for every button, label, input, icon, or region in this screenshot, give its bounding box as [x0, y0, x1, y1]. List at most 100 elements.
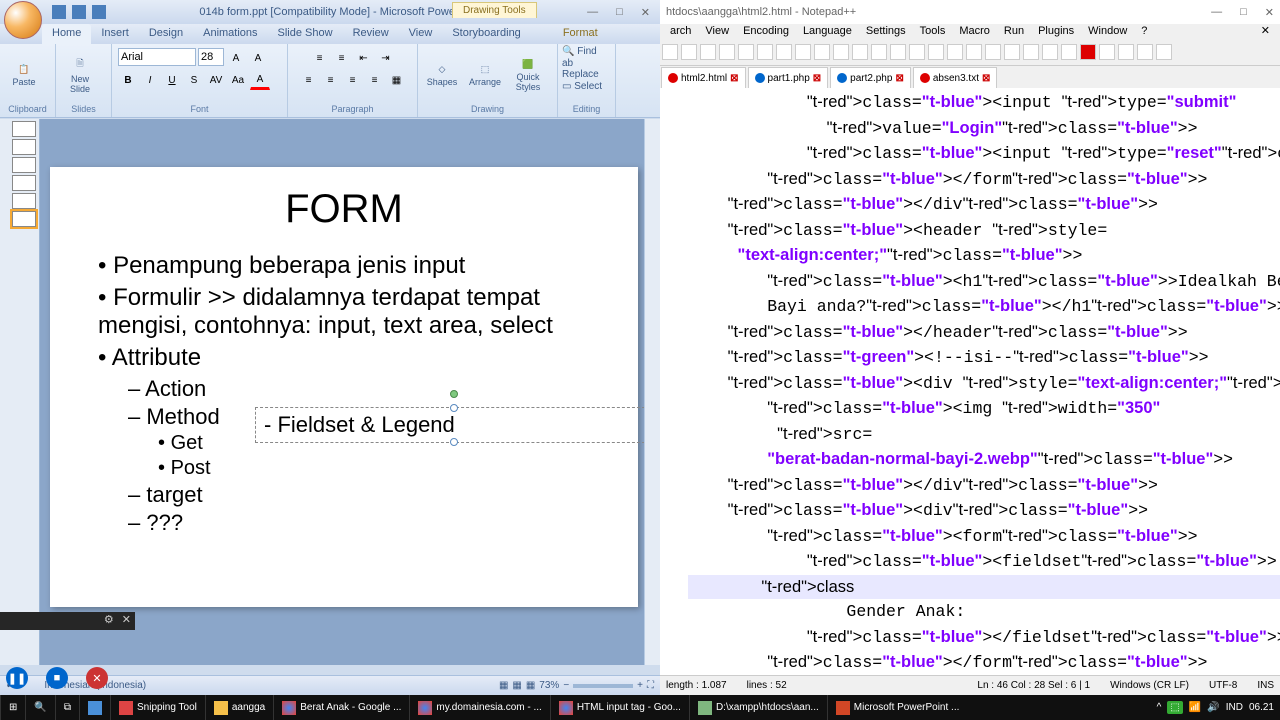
menu-item[interactable]: ? — [1135, 24, 1153, 42]
menu-item[interactable]: Language — [797, 24, 858, 42]
close-icon[interactable]: ✕ — [1255, 24, 1276, 42]
open-icon[interactable] — [681, 44, 697, 60]
tray-icon[interactable]: ^ — [1157, 702, 1162, 713]
thumb-5[interactable] — [12, 193, 36, 209]
file-tab[interactable]: part1.php⊠ — [748, 67, 829, 88]
doc-map-icon[interactable] — [1042, 44, 1058, 60]
folder-icon[interactable] — [1004, 44, 1020, 60]
minimize-icon[interactable]: — — [587, 6, 598, 19]
slideshow-view-icon[interactable]: ▦ — [526, 680, 535, 691]
ppt-titlebar[interactable]: 014b form.ppt [Compatibility Mode] - Mic… — [0, 0, 660, 24]
font-size-select[interactable] — [198, 48, 224, 66]
taskbar-item[interactable]: Snipping Tool — [110, 695, 205, 720]
code-editor[interactable]: "t-red">class="t-blue"><input "t-red">ty… — [660, 88, 1280, 675]
tab-animations[interactable]: Animations — [193, 24, 267, 44]
paste-button[interactable]: 📋Paste — [4, 47, 44, 103]
taskbar-item[interactable]: aangga — [205, 695, 273, 720]
file-tab[interactable]: part2.php⊠ — [830, 67, 911, 88]
redo-icon[interactable] — [852, 44, 868, 60]
bold-button[interactable]: B — [118, 70, 138, 90]
columns-button[interactable]: ▦ — [387, 70, 407, 90]
zoom-in-icon[interactable] — [909, 44, 925, 60]
find-button[interactable]: 🔍 Find — [562, 46, 597, 57]
playback-icon[interactable] — [1137, 44, 1153, 60]
tab-close-icon[interactable]: ⊠ — [813, 73, 821, 84]
taskbar-item[interactable]: my.domainesia.com - ... — [409, 695, 549, 720]
taskbar-item[interactable] — [79, 695, 110, 720]
save-icon[interactable] — [700, 44, 716, 60]
save-icon[interactable] — [52, 5, 66, 19]
replace-icon[interactable] — [890, 44, 906, 60]
close-icon[interactable]: ✕ — [122, 613, 131, 629]
thumb-1[interactable] — [12, 121, 36, 137]
settings-icon[interactable]: ⚙ — [104, 613, 114, 629]
align-right-button[interactable]: ≡ — [343, 70, 363, 90]
close-icon[interactable] — [738, 44, 754, 60]
tab-slideshow[interactable]: Slide Show — [268, 24, 343, 44]
menu-item[interactable]: Tools — [914, 24, 952, 42]
undo-icon[interactable] — [833, 44, 849, 60]
menu-item[interactable]: arch — [664, 24, 697, 42]
select-button[interactable]: ▭ Select — [562, 81, 602, 92]
taskview-button[interactable]: ⧉ — [55, 695, 79, 720]
menu-item[interactable]: Plugins — [1032, 24, 1080, 42]
maximize-icon[interactable]: □ — [1240, 6, 1247, 19]
quick-styles-button[interactable]: 🟩Quick Styles — [508, 47, 548, 103]
shadow-button[interactable]: AV — [206, 70, 226, 90]
paste-icon[interactable] — [814, 44, 830, 60]
zoom-level[interactable]: 73% — [539, 680, 559, 691]
tray-icon[interactable]: ⬚ — [1167, 701, 1182, 714]
tab-home[interactable]: Home — [42, 24, 91, 44]
menu-item[interactable]: Window — [1082, 24, 1133, 42]
new-slide-button[interactable]: 🗎New Slide — [60, 47, 100, 103]
stop-button[interactable]: ■ — [46, 667, 68, 689]
func-list-icon[interactable] — [1023, 44, 1039, 60]
close-icon[interactable]: ✕ — [1265, 6, 1274, 19]
cancel-button[interactable]: ✕ — [86, 667, 108, 689]
tab-review[interactable]: Review — [343, 24, 399, 44]
close-icon[interactable]: ✕ — [641, 6, 650, 19]
font-color-button[interactable]: A — [250, 70, 270, 90]
context-tab-drawing-tools[interactable]: Drawing Tools — [452, 2, 537, 18]
bullets-button[interactable]: ≡ — [310, 48, 330, 68]
menu-item[interactable]: Macro — [953, 24, 996, 42]
italic-button[interactable]: I — [140, 70, 160, 90]
indent-icon[interactable] — [985, 44, 1001, 60]
menu-item[interactable]: Settings — [860, 24, 912, 42]
justify-button[interactable]: ≡ — [365, 70, 385, 90]
stop-icon[interactable] — [1118, 44, 1134, 60]
office-button[interactable] — [4, 1, 42, 39]
tab-storyboarding[interactable]: Storyboarding — [442, 24, 531, 44]
slide-editor[interactable]: FORM Penampung beberapa jenis input Form… — [40, 119, 655, 665]
underline-button[interactable]: U — [162, 70, 182, 90]
volume-icon[interactable]: 🔊 — [1207, 702, 1219, 713]
align-left-button[interactable]: ≡ — [299, 70, 319, 90]
strike-button[interactable]: S — [184, 70, 204, 90]
menu-item[interactable]: Run — [998, 24, 1030, 42]
selected-textbox[interactable]: - Fieldset & Legend — [255, 407, 645, 443]
npp-titlebar[interactable]: htdocs\aangga\html2.html - Notepad++ — □… — [660, 0, 1280, 24]
indent-inc-button[interactable]: ⇥ — [376, 48, 396, 68]
shapes-button[interactable]: ◇Shapes — [422, 47, 462, 103]
start-button[interactable]: ⊞ — [0, 695, 25, 720]
tab-format[interactable]: Format — [553, 24, 608, 44]
grow-font-icon[interactable]: A — [226, 48, 246, 68]
rotate-handle-icon[interactable] — [450, 390, 458, 398]
wrap-icon[interactable] — [947, 44, 963, 60]
char-spacing-button[interactable]: Aa — [228, 70, 248, 90]
play-icon[interactable] — [1099, 44, 1115, 60]
scrollbar[interactable] — [644, 119, 660, 665]
minimize-icon[interactable]: — — [1211, 6, 1222, 19]
align-center-button[interactable]: ≡ — [321, 70, 341, 90]
language-indicator[interactable]: IND — [1226, 702, 1243, 713]
thumb-3[interactable] — [12, 157, 36, 173]
numbering-button[interactable]: ≡ — [332, 48, 352, 68]
maximize-icon[interactable]: □ — [616, 6, 623, 19]
redo-icon[interactable] — [92, 5, 106, 19]
taskbar-item[interactable]: Microsoft PowerPoint ... — [827, 695, 968, 720]
tab-view[interactable]: View — [399, 24, 443, 44]
undo-icon[interactable] — [72, 5, 86, 19]
tab-close-icon[interactable]: ⊠ — [895, 73, 903, 84]
taskbar-item[interactable]: D:\xampp\htdocs\aan... — [689, 695, 827, 720]
tab-design[interactable]: Design — [139, 24, 193, 44]
